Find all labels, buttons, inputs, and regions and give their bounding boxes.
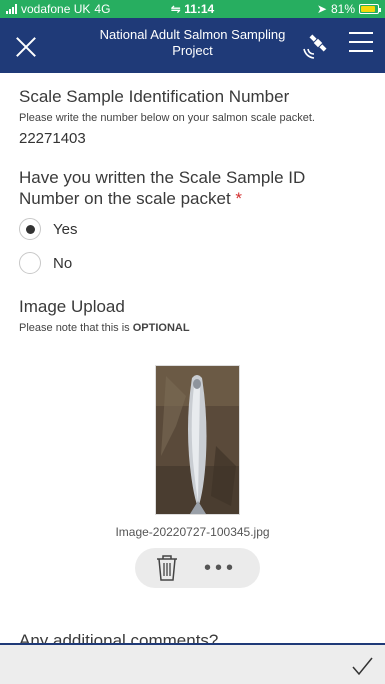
- status-left: vodafone UK 4G: [6, 2, 317, 16]
- uploaded-image-thumbnail[interactable]: [155, 365, 240, 515]
- scale-sample-value: 22271403: [19, 130, 86, 147]
- status-bar: vodafone UK 4G ⇋ 11:14 ➤ 81%: [0, 0, 385, 18]
- scale-sample-hint: Please write the number below on your sa…: [19, 112, 315, 124]
- location-arrow-icon: ➤: [316, 2, 327, 16]
- image-upload-hint-text: Please note that this is: [19, 322, 133, 334]
- radio-unselected-icon[interactable]: [19, 252, 41, 274]
- radio-selected-icon[interactable]: [19, 218, 41, 240]
- checkmark-icon[interactable]: [351, 655, 373, 677]
- battery-icon: [359, 4, 381, 14]
- image-actions-pill: •••: [135, 548, 260, 588]
- header-title: National Adult Salmon Sampling Project: [99, 27, 286, 58]
- question-label: Have you written the Scale Sample ID Num…: [19, 167, 369, 209]
- radio-option-yes[interactable]: Yes: [19, 215, 385, 243]
- app-header: National Adult Salmon Sampling Project: [0, 18, 385, 73]
- gps-satellite-icon[interactable]: [300, 31, 330, 61]
- battery-percent: 81%: [330, 2, 355, 16]
- question-text: Have you written the Scale Sample ID Num…: [19, 168, 306, 208]
- network-type: 4G: [94, 2, 111, 16]
- next-question-label: Any additional comments?: [19, 631, 219, 643]
- bottom-bar: [0, 643, 385, 684]
- signal-strength-icon: [6, 4, 17, 14]
- close-icon[interactable]: [12, 32, 40, 60]
- more-options-icon[interactable]: •••: [204, 558, 237, 578]
- salmon-photo-image: [156, 366, 239, 514]
- form-content[interactable]: Scale Sample Identification Number Pleas…: [0, 73, 385, 643]
- radio-option-no[interactable]: No: [19, 249, 385, 277]
- optional-emphasis: OPTIONAL: [132, 322, 190, 334]
- hamburger-menu-icon[interactable]: [349, 32, 373, 56]
- scale-sample-label: Scale Sample Identification Number: [19, 87, 290, 106]
- required-marker: *: [235, 189, 243, 208]
- carrier-name: vodafone UK: [21, 2, 91, 16]
- radio-label-no: No: [53, 254, 73, 272]
- image-filename: Image-20220727-100345.jpg: [115, 525, 270, 539]
- image-upload-label: Image Upload: [19, 297, 125, 316]
- image-upload-hint: Please note that this is OPTIONAL: [19, 322, 385, 334]
- radio-label-yes: Yes: [53, 220, 78, 238]
- trash-icon[interactable]: [152, 553, 182, 583]
- status-right: ➤ 81%: [316, 2, 381, 16]
